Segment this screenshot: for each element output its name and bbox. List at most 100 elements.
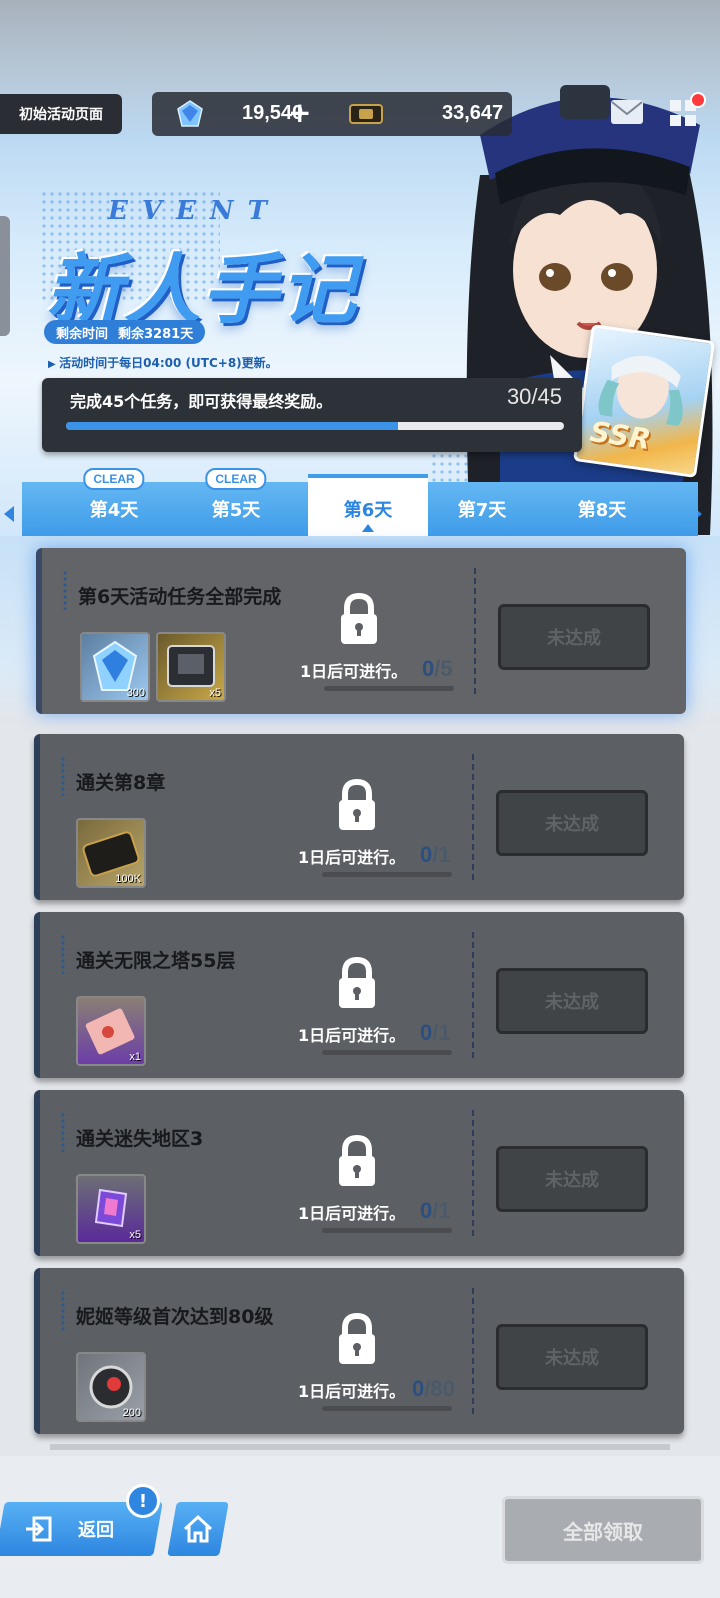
mission-progress: 0/1 — [420, 1198, 451, 1223]
currency-bar: 19,540 + 33,647 — [152, 92, 512, 136]
card-divider — [472, 1288, 474, 1414]
card-dots — [60, 1290, 66, 1330]
gem-icon — [177, 100, 203, 127]
mission-list[interactable]: 第6天活动任务全部完成 300 x5 1日后可进行。 0/5 未达成 通关第8章… — [0, 536, 720, 1456]
notification-dot — [690, 92, 706, 108]
credit-amount: 33,647 — [442, 102, 504, 124]
lock-icon — [339, 778, 375, 830]
ssr-badge: SSR — [587, 414, 653, 457]
reward-item[interactable]: x5 — [76, 1174, 146, 1244]
card-dots — [60, 1112, 66, 1152]
card-portrait — [598, 355, 683, 426]
tab-day-8[interactable]: 第8天 — [542, 482, 662, 536]
mission-progress-bar — [322, 1406, 452, 1411]
mission-progress: 0/5 — [422, 656, 453, 681]
tab-day-4[interactable]: CLEAR 第4天 — [54, 468, 174, 536]
page-title: 初始活动页面 — [0, 94, 122, 134]
mission-progress-bar — [322, 1050, 452, 1055]
mission-claim-button[interactable]: 未达成 — [496, 968, 648, 1034]
remaining-time-pill: 剩余时间 剩余3281天 — [44, 320, 206, 344]
reward-item[interactable]: 300 — [80, 632, 150, 702]
alert-badge: ! — [126, 1484, 160, 1518]
mission-progress-bar — [322, 1228, 452, 1233]
mission-card: 妮姬等级首次达到80级 200 1日后可进行。 0/80 未达成 — [34, 1268, 684, 1434]
card-divider — [472, 1110, 474, 1236]
progress-count: 30/45 — [506, 384, 562, 409]
lock-icon — [339, 1134, 375, 1186]
claim-all-button[interactable]: 全部领取 — [502, 1496, 704, 1564]
mission-progress-bar — [324, 686, 454, 691]
progress-fill — [66, 422, 398, 430]
card-dots — [60, 934, 66, 974]
card-divider — [472, 932, 474, 1058]
progress-description: 完成45个任务，即可获得最终奖励。 — [70, 392, 333, 411]
reward-qty: x5 — [129, 1229, 141, 1241]
reward-item[interactable]: 200 — [76, 1352, 146, 1422]
back-label: 返回 — [78, 1520, 114, 1541]
remaining-time-label: 剩余时间 — [56, 326, 109, 342]
reward-qty: x5 — [209, 687, 221, 699]
add-gems-button[interactable]: + — [288, 96, 311, 129]
mission-claim-button[interactable]: 未达成 — [496, 790, 648, 856]
mission-card: 通关第8章 100K 1日后可进行。 0/1 未达成 — [34, 734, 684, 900]
tab-label: 第8天 — [577, 500, 627, 521]
mission-title: 妮姬等级首次达到80级 — [76, 1306, 274, 1328]
mission-claim-button[interactable]: 未达成 — [496, 1146, 648, 1212]
mission-progress-bar — [322, 872, 452, 877]
tab-day-6[interactable]: 第6天 — [308, 474, 428, 540]
ssr-character-card[interactable]: SSR — [573, 324, 715, 478]
reward-item[interactable]: 100K — [76, 818, 146, 888]
tab-label: 第5天 — [211, 500, 261, 521]
scroll-end-line — [50, 1444, 670, 1450]
day-tabs: CLEAR 第4天 CLEAR 第5天 第6天 第7天 第8天 — [22, 468, 698, 540]
mission-title: 通关无限之塔55层 — [76, 950, 236, 972]
mission-title: 通关第8章 — [76, 772, 166, 794]
mission-title: 通关迷失地区3 — [76, 1128, 204, 1150]
event-progress-panel: 完成45个任务，即可获得最终奖励。 30/45 — [42, 378, 582, 452]
lock-message: 1日后可进行。 — [300, 662, 408, 681]
reward-item[interactable]: x1 — [76, 996, 146, 1066]
reward-qty: 100K — [115, 873, 141, 885]
mission-claim-button[interactable]: 未达成 — [496, 1324, 648, 1390]
mission-card: 第6天活动任务全部完成 300 x5 1日后可进行。 0/5 未达成 — [36, 548, 686, 714]
card-dots — [62, 570, 68, 610]
event-label: EVENT — [108, 196, 281, 226]
card-divider — [474, 568, 476, 694]
mission-title: 第6天活动任务全部完成 — [78, 586, 282, 608]
remaining-time-value: 剩余3281天 — [118, 326, 194, 342]
lock-icon — [341, 592, 377, 644]
tab-day-7[interactable]: 第7天 — [422, 482, 542, 536]
card-divider — [472, 754, 474, 880]
progress-track — [66, 422, 564, 430]
mission-progress: 0/1 — [420, 842, 451, 867]
active-tab-indicator — [362, 524, 374, 532]
tab-label: 第7天 — [457, 500, 507, 521]
lock-message: 1日后可进行。 — [298, 1204, 406, 1223]
lock-message: 1日后可进行。 — [298, 848, 406, 867]
play-triangle-icon: ▶ — [48, 359, 60, 370]
mission-claim-button[interactable]: 未达成 — [498, 604, 650, 670]
reward-item[interactable]: x5 — [156, 632, 226, 702]
lock-icon — [339, 956, 375, 1008]
tab-day-5[interactable]: CLEAR 第5天 — [176, 468, 296, 536]
mission-card: 通关无限之塔55层 x1 1日后可进行。 0/1 未达成 — [34, 912, 684, 1078]
reward-qty: x1 — [129, 1051, 141, 1063]
home-icon — [183, 1514, 213, 1543]
event-banner: SSR EVENT 新人手记 剩余时间 剩余3281天 ▶ 活动时间于每日04:… — [0, 0, 720, 545]
mail-icon[interactable] — [610, 98, 644, 126]
tab-label: 第4天 — [89, 500, 139, 521]
tab-prev-arrow[interactable] — [4, 506, 14, 522]
clear-badge: CLEAR — [205, 468, 267, 490]
mission-card: 通关迷失地区3 x5 1日后可进行。 0/1 未达成 — [34, 1090, 684, 1256]
credit-icon — [349, 104, 383, 124]
exit-icon — [26, 1516, 52, 1542]
lock-message: 1日后可进行。 — [298, 1026, 406, 1045]
mission-progress: 0/80 — [412, 1376, 455, 1401]
card-dots — [60, 756, 66, 796]
reward-qty: 300 — [126, 687, 145, 699]
tab-label: 第6天 — [343, 500, 393, 521]
side-drawer-handle[interactable] — [0, 216, 10, 336]
mission-progress: 0/1 — [420, 1020, 451, 1045]
lock-icon — [339, 1312, 375, 1364]
update-note: ▶ 活动时间于每日04:00 (UTC+8)更新。 — [48, 356, 278, 370]
